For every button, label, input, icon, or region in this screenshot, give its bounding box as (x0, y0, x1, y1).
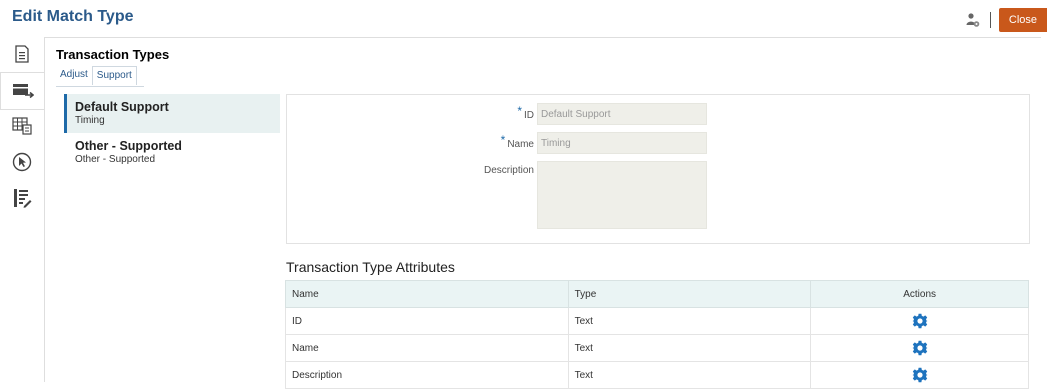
cell-type: Text (567, 361, 812, 389)
cell-name: Name (285, 334, 569, 362)
list-item[interactable]: Default Support Timing (64, 94, 280, 133)
attributes-table: Name Type Actions ID Text Name Text Desc… (285, 280, 1029, 389)
detail-form: *ID *Name Description (286, 94, 1030, 244)
tab-underline (56, 86, 144, 87)
name-label: * Name (500, 133, 534, 150)
header-actions: Close (966, 8, 1047, 32)
gear-icon[interactable] (911, 340, 928, 356)
list-item[interactable]: Other - Supported Other - Supported (64, 133, 280, 172)
left-rail (0, 36, 44, 381)
list-item-title: Other - Supported (75, 139, 182, 153)
column-header-name[interactable]: Name (285, 280, 569, 308)
cell-actions (810, 361, 1029, 389)
description-field[interactable] (537, 161, 707, 229)
description-label: Description (483, 165, 534, 176)
list-item-subtitle: Timing (75, 115, 105, 126)
table-row[interactable]: ID Text (285, 307, 1029, 335)
required-marker: * (517, 104, 522, 118)
table-row[interactable]: Name Text (285, 334, 1029, 362)
required-marker: * (500, 133, 506, 147)
header-separator (989, 12, 991, 28)
rail-item-list-edit[interactable] (0, 180, 44, 216)
tab-support[interactable]: Support (91, 66, 137, 85)
rail-item-document[interactable] (0, 36, 44, 72)
cursor-circle-icon (12, 152, 32, 172)
main-content: Transaction Types Adjust Support Default… (44, 37, 1041, 389)
column-header-type[interactable]: Type (567, 280, 812, 308)
attributes-title: Transaction Type Attributes (286, 259, 455, 275)
tab-bar: Adjust Support (56, 66, 137, 85)
id-field[interactable] (537, 103, 707, 125)
transfer-card-icon (12, 84, 34, 99)
list-edit-icon (14, 189, 32, 208)
form-row-description: Description (287, 161, 707, 229)
id-label: * ID (517, 104, 534, 121)
name-field[interactable] (537, 132, 707, 154)
user-settings-icon[interactable] (966, 12, 980, 28)
cell-name: ID (285, 307, 569, 335)
list-item-subtitle: Other - Supported (75, 154, 156, 165)
rail-item-table[interactable] (0, 108, 44, 144)
form-row-id: * ID (287, 103, 707, 127)
rail-item-transfer[interactable] (0, 72, 44, 110)
column-header-actions: Actions (810, 280, 1029, 308)
cell-actions (810, 334, 1029, 362)
tab-adjust[interactable]: Adjust (56, 66, 92, 85)
section-title: Transaction Types (56, 47, 170, 62)
gear-icon[interactable] (911, 313, 928, 329)
cell-type: Text (567, 307, 812, 335)
cell-type: Text (567, 334, 812, 362)
cell-name: Description (285, 361, 569, 389)
cell-actions (810, 307, 1029, 335)
table-header-row: Name Type Actions (285, 280, 1029, 308)
rail-item-cursor[interactable] (0, 144, 44, 180)
table-grid-icon (12, 117, 32, 135)
transaction-type-list: Default Support Timing Other - Supported… (64, 94, 280, 172)
document-list-icon (15, 45, 29, 63)
list-item-title: Default Support (75, 100, 169, 114)
form-row-name: * Name (287, 132, 707, 156)
page-title: Edit Match Type (12, 8, 134, 25)
table-row[interactable]: Description Text (285, 361, 1029, 389)
close-button[interactable]: Close (998, 8, 1047, 32)
